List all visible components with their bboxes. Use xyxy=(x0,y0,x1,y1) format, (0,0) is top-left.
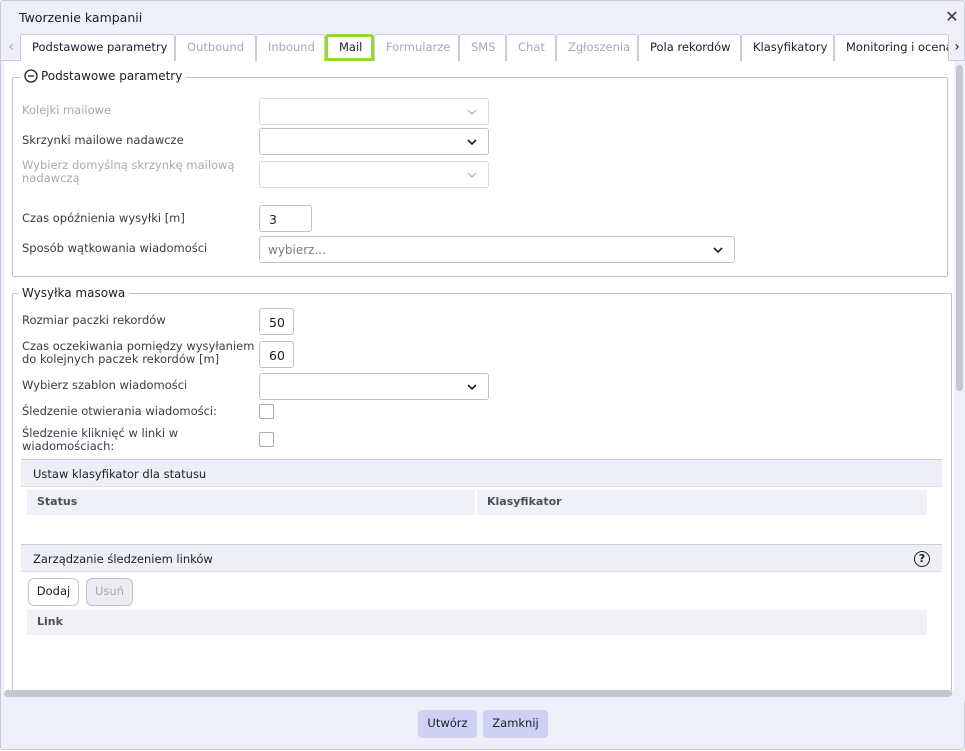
tab-record-fields[interactable]: Pola rekordów xyxy=(638,34,741,61)
threading-label: Sposób wątkowania wiadomości xyxy=(22,241,208,255)
link-tracking-header: Zarządzanie śledzeniem linków xyxy=(21,544,942,572)
open-tracking-checkbox[interactable] xyxy=(259,404,274,419)
wait-time-label: Czas oczekiwania pomiędzy wysyłaniem do … xyxy=(22,340,254,366)
tab-inbound[interactable]: Inbound xyxy=(256,34,325,61)
chevron-down-icon xyxy=(467,109,477,115)
wait-time-input[interactable]: 60 xyxy=(259,341,294,368)
send-delay-label: Czas opóźnienia wysyłki [m] xyxy=(22,211,185,225)
tab-sms[interactable]: SMS xyxy=(459,34,506,61)
chevron-down-icon xyxy=(467,139,477,146)
tab-tickets[interactable]: Zgłoszenia xyxy=(556,34,638,61)
send-delay-input[interactable]: 3 xyxy=(259,205,312,232)
dialog-title: Tworzenie kampanii xyxy=(19,10,143,25)
threading-placeholder: wybierz... xyxy=(268,243,326,257)
basic-parameters-legend: Podstawowe parametry xyxy=(20,69,187,83)
open-tracking-label: Śledzenie otwierania wiadomości: xyxy=(22,404,217,418)
dialog-footer: Utwórz Zamknij xyxy=(1,701,965,751)
tab-mail[interactable]: Mail xyxy=(325,34,374,61)
wait-time-label-line2: do kolejnych paczek rekordów [m] xyxy=(22,352,220,366)
campaign-dialog: Tworzenie kampanii ✕ ‹ Podstawowe parame… xyxy=(0,0,965,750)
tab-chat[interactable]: Chat xyxy=(506,34,556,61)
minus-circle-icon[interactable] xyxy=(24,69,38,83)
tab-classifiers[interactable]: Klasyfikatory xyxy=(741,34,834,61)
horizontal-scrollbar-thumb[interactable] xyxy=(4,690,952,697)
default-mailbox-label-line2: nadawczą xyxy=(22,171,80,185)
template-select[interactable] xyxy=(259,373,489,400)
template-label: Wybierz szablon wiadomości xyxy=(22,378,188,392)
tab-basic-parameters[interactable]: Podstawowe parametry xyxy=(20,34,175,61)
tab-scroll-right-icon[interactable]: › xyxy=(951,39,963,55)
create-button[interactable]: Utwórz xyxy=(418,710,477,738)
batch-size-label: Rozmiar paczki rekordów xyxy=(22,313,166,327)
default-mailbox-select xyxy=(259,161,489,188)
mail-queues-label: Kolejki mailowe xyxy=(22,103,112,117)
close-icon[interactable]: ✕ xyxy=(944,9,960,25)
mass-mailing-legend: Wysyłka masowa xyxy=(18,286,130,300)
sender-mailboxes-label: Skrzynki mailowe nadawcze xyxy=(22,133,184,147)
tab-bar: ‹ Podstawowe parametry Outbound Inbound … xyxy=(1,33,965,61)
chevron-down-icon xyxy=(467,172,477,178)
default-mailbox-label: Wybierz domyślną skrzynkę mailową nadawc… xyxy=(22,159,235,185)
tab-content: Podstawowe parametry Kolejki mailowe Skr… xyxy=(4,61,954,691)
question-circle-icon[interactable]: ? xyxy=(914,551,930,567)
click-tracking-label-line2: wiadomościach: xyxy=(22,439,115,453)
mail-queues-select xyxy=(259,98,489,125)
chevron-down-icon xyxy=(713,247,723,254)
tab-outbound[interactable]: Outbound xyxy=(175,34,256,61)
basic-parameters-title: Podstawowe parametry xyxy=(41,69,183,83)
chevron-down-icon xyxy=(467,384,477,391)
tab-scroll-left-icon[interactable]: ‹ xyxy=(5,39,17,55)
link-tracking-title: Zarządzanie śledzeniem linków xyxy=(33,552,213,566)
vertical-scrollbar-thumb[interactable] xyxy=(956,65,963,391)
link-column-header[interactable]: Link xyxy=(27,610,927,635)
batch-size-input[interactable]: 50 xyxy=(259,308,294,335)
tab-monitoring[interactable]: Monitoring i ocena xyxy=(834,34,949,61)
classifier-column-header[interactable]: Klasyfikator xyxy=(477,490,927,515)
click-tracking-checkbox[interactable] xyxy=(259,432,274,447)
status-classifier-header: Ustaw klasyfikator dla statusu xyxy=(21,459,942,487)
click-tracking-label: Śledzenie kliknięć w linki w wiadomościa… xyxy=(22,427,178,453)
add-link-button[interactable]: Dodaj xyxy=(28,578,79,606)
tab-forms[interactable]: Formularze xyxy=(374,34,459,61)
sender-mailboxes-select[interactable] xyxy=(259,128,489,155)
close-button[interactable]: Zamknij xyxy=(483,710,548,738)
status-column-header[interactable]: Status xyxy=(27,490,475,515)
remove-link-button: Usuń xyxy=(86,578,133,606)
threading-select[interactable]: wybierz... xyxy=(259,236,735,263)
